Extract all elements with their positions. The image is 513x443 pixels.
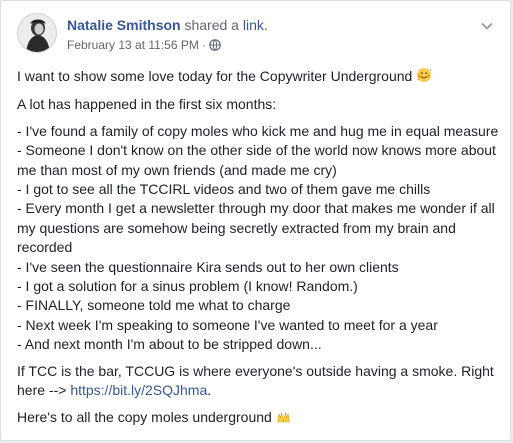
chevron-down-icon[interactable] xyxy=(480,19,494,33)
closing-period: . xyxy=(207,382,212,399)
shared-period: . xyxy=(263,17,268,33)
list-item: - I got a solution for a sinus problem (… xyxy=(17,278,358,295)
post-body: I want to show some love today for the C… xyxy=(17,67,499,436)
smiling-face-with-hearts-icon xyxy=(416,67,432,88)
post-header: Natalie Smithson shared a link. February… xyxy=(17,13,500,57)
list-item: - Every month I get a newsletter through… xyxy=(17,200,495,256)
author-name[interactable]: Natalie Smithson xyxy=(67,17,181,33)
list-item: - Someone I don't know on the other side… xyxy=(17,142,496,178)
avatar[interactable] xyxy=(17,13,57,53)
author-line: Natalie Smithson shared a link. xyxy=(67,16,268,34)
shared-text: shared a xyxy=(184,17,239,33)
shared-link[interactable]: link xyxy=(243,17,264,33)
list-item: - I've found a family of copy moles who … xyxy=(17,122,499,139)
raising-hands-icon xyxy=(276,410,291,429)
post-closing: If TCC is the bar, TCCUG is where everyo… xyxy=(17,362,499,401)
intro-text: I want to show some love today for the C… xyxy=(17,68,413,84)
list-item: - I got to see all the TCCIRL videos and… xyxy=(17,181,431,198)
meta-separator: · xyxy=(201,38,206,52)
post-card: Natalie Smithson shared a link. February… xyxy=(0,0,511,441)
globe-icon[interactable] xyxy=(209,39,221,51)
list-item: - I've seen the questionnaire Kira sends… xyxy=(17,258,399,275)
list-item: - And next month I'm about to be strippe… xyxy=(17,336,322,353)
short-link[interactable]: https://bit.ly/2SQJhma xyxy=(70,382,207,398)
post-lead: A lot has happened in the first six mont… xyxy=(17,96,277,113)
post-meta: February 13 at 11:56 PM · xyxy=(67,37,221,53)
post-intro: I want to show some love today for the C… xyxy=(17,67,499,88)
list-item: - Next week I'm speaking to someone I've… xyxy=(17,316,438,333)
post-signoff: Here's to all the copy moles underground xyxy=(17,408,499,429)
post-list: - I've found a family of copy moles who … xyxy=(17,122,499,355)
signoff-text: Here's to all the copy moles underground xyxy=(17,408,272,425)
list-item: - FINALLY, someone told me what to charg… xyxy=(17,297,291,314)
post-timestamp[interactable]: February 13 at 11:56 PM xyxy=(67,37,199,53)
avatar-image xyxy=(18,14,56,52)
